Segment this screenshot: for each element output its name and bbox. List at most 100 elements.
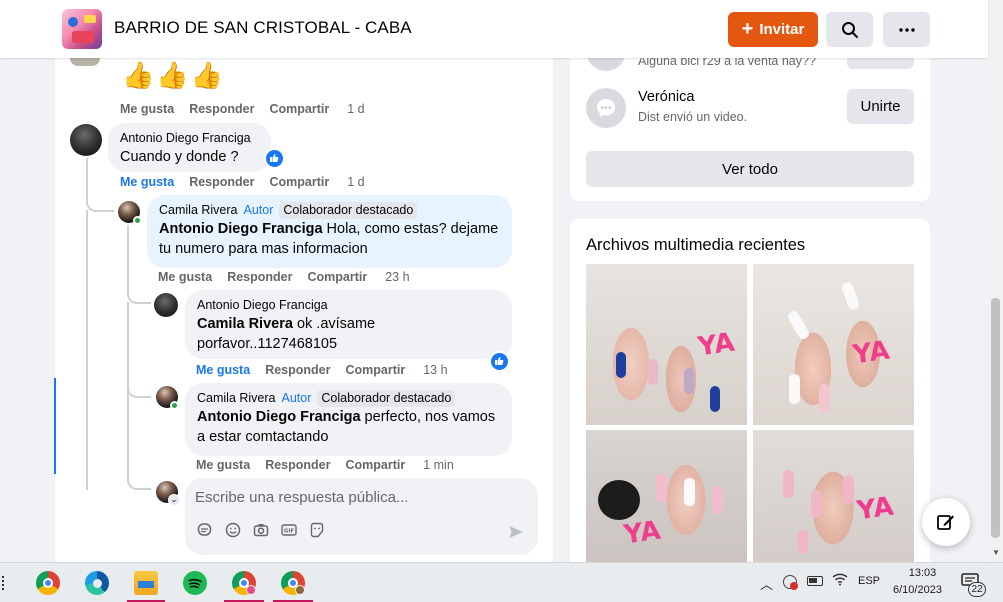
thread-line: [86, 210, 88, 490]
group-cover-thumbnail[interactable]: [62, 9, 102, 49]
send-button[interactable]: [508, 524, 524, 545]
reply-link[interactable]: Responder: [189, 102, 254, 116]
network-warning-icon[interactable]: [783, 575, 798, 590]
emoji-icon[interactable]: [225, 522, 241, 538]
like-reaction[interactable]: [489, 351, 509, 371]
comment-text: Camila Rivera ok .avísame porfavor..1127…: [197, 314, 500, 354]
scroll-down-arrow-icon[interactable]: ▼: [992, 548, 1000, 557]
like-reaction-icon: [270, 154, 279, 162]
comment-bubble: Camila Rivera Autor Colaborador destacad…: [185, 383, 512, 456]
comment-bubble: Antonio Diego Franciga Cuando y donde ?: [108, 123, 271, 172]
comment-actions: Me gusta Responder Compartir 1 d: [120, 175, 380, 189]
like-link[interactable]: Me gusta: [196, 458, 250, 472]
battery-icon[interactable]: [807, 576, 823, 586]
more-dots-icon: [898, 27, 915, 32]
comment-author[interactable]: Camila Rivera: [197, 390, 276, 407]
notification-count: 22: [968, 582, 986, 597]
see-all-label: Ver todo: [722, 160, 778, 178]
media-thumbnail[interactable]: YA: [753, 430, 914, 562]
chrome-profile-icon[interactable]: [232, 571, 256, 595]
like-link[interactable]: Me gusta: [196, 363, 250, 377]
composer-tools: GIF: [197, 522, 325, 538]
more-options-button[interactable]: [883, 12, 930, 47]
media-watermark: YA: [851, 335, 892, 371]
group-header: BARRIO DE SAN CRISTOBAL - CABA + Invitar: [0, 0, 988, 58]
reply-link[interactable]: Responder: [265, 458, 330, 472]
see-all-button[interactable]: Ver todo: [586, 151, 914, 187]
mention-link[interactable]: Camila Rivera: [197, 316, 293, 332]
share-link[interactable]: Compartir: [269, 102, 329, 116]
mention-link[interactable]: Antonio Diego Franciga: [159, 221, 323, 237]
invite-button[interactable]: + Invitar: [728, 12, 818, 47]
chat-bubble-icon: [597, 99, 615, 117]
chrome-profile-icon[interactable]: [281, 571, 305, 595]
author-role: Autor: [281, 391, 312, 405]
media-thumbnail[interactable]: YA: [586, 264, 747, 425]
like-reaction[interactable]: [264, 148, 284, 168]
like-link[interactable]: Me gusta: [120, 102, 174, 116]
media-thumbnail[interactable]: YA: [753, 264, 914, 425]
reply-link[interactable]: Responder: [227, 270, 292, 284]
spotify-icon[interactable]: [183, 571, 207, 595]
chevron-down-icon[interactable]: ⌄: [168, 494, 180, 506]
join-chat-button[interactable]: Unirte: [847, 89, 914, 124]
reply-input[interactable]: [195, 486, 495, 508]
clock-time: 13:03: [908, 567, 937, 579]
media-watermark: YA: [622, 515, 663, 551]
timestamp[interactable]: 23 h: [385, 270, 409, 284]
comment-bubble: Antonio Diego Franciga Camila Rivera ok …: [185, 290, 512, 359]
share-link[interactable]: Compartir: [345, 363, 405, 377]
share-link[interactable]: Compartir: [269, 175, 329, 189]
thread-line: [127, 378, 151, 398]
scrollbar-thumb[interactable]: [991, 298, 1000, 538]
share-link[interactable]: Compartir: [345, 458, 405, 472]
comment-author[interactable]: Antonio Diego Franciga: [197, 297, 328, 314]
like-reaction-icon: [495, 357, 504, 365]
chat-avatar[interactable]: [586, 88, 626, 128]
camera-icon[interactable]: [253, 522, 269, 538]
reply-link[interactable]: Responder: [265, 363, 330, 377]
timestamp[interactable]: 13 h: [423, 363, 447, 377]
avatar[interactable]: [70, 58, 100, 66]
chrome-icon[interactable]: [36, 571, 60, 595]
start-edge-icon[interactable]: [2, 576, 5, 590]
timestamp[interactable]: 1 min: [423, 458, 454, 472]
group-title[interactable]: BARRIO DE SAN CRISTOBAL - CABA: [114, 18, 412, 38]
comment-actions: Me gusta Responder Compartir 13 h: [196, 363, 463, 377]
comment-author[interactable]: Antonio Diego Franciga: [120, 130, 251, 147]
language-indicator[interactable]: ESP: [858, 575, 880, 587]
chevron-up-icon[interactable]: ︿: [760, 574, 773, 593]
reply-composer: GIF: [185, 478, 538, 555]
thumbs-up-emoji-icon: 👍👍👍: [122, 60, 226, 90]
online-status-dot: [170, 401, 179, 410]
thread-line: [86, 190, 114, 212]
thread-line: [86, 158, 88, 190]
mention-link[interactable]: Antonio Diego Franciga: [197, 409, 361, 425]
new-post-button[interactable]: [922, 498, 970, 546]
page-scrollbar[interactable]: ▼: [988, 0, 1003, 562]
like-link[interactable]: Me gusta: [120, 175, 174, 189]
avatar-sticker-icon[interactable]: [197, 522, 213, 538]
reply-link[interactable]: Responder: [189, 175, 254, 189]
search-button[interactable]: [826, 12, 873, 47]
timestamp[interactable]: 1 d: [347, 175, 364, 189]
avatar[interactable]: [70, 124, 102, 156]
avatar[interactable]: [154, 293, 178, 317]
comment-author[interactable]: Camila Rivera: [159, 202, 238, 219]
like-link[interactable]: Me gusta: [158, 270, 212, 284]
edge-icon[interactable]: [85, 571, 109, 595]
wifi-icon[interactable]: [832, 572, 848, 589]
chat-name[interactable]: Verónica: [638, 89, 694, 105]
share-link[interactable]: Compartir: [307, 270, 367, 284]
join-chat-button[interactable]: [847, 58, 914, 69]
sticker-icon[interactable]: [309, 522, 325, 538]
plus-icon: +: [741, 17, 754, 40]
timestamp[interactable]: 1 d: [347, 102, 364, 116]
media-thumbnail[interactable]: YA: [586, 430, 747, 562]
clock[interactable]: 13:03 6/10/2023: [893, 567, 942, 596]
clock-date: 6/10/2023: [893, 584, 942, 596]
gif-icon[interactable]: GIF: [281, 522, 297, 538]
file-explorer-icon[interactable]: [134, 571, 158, 595]
comment-text: Cuando y donde ?: [120, 149, 239, 165]
thread-line: [127, 225, 129, 281]
